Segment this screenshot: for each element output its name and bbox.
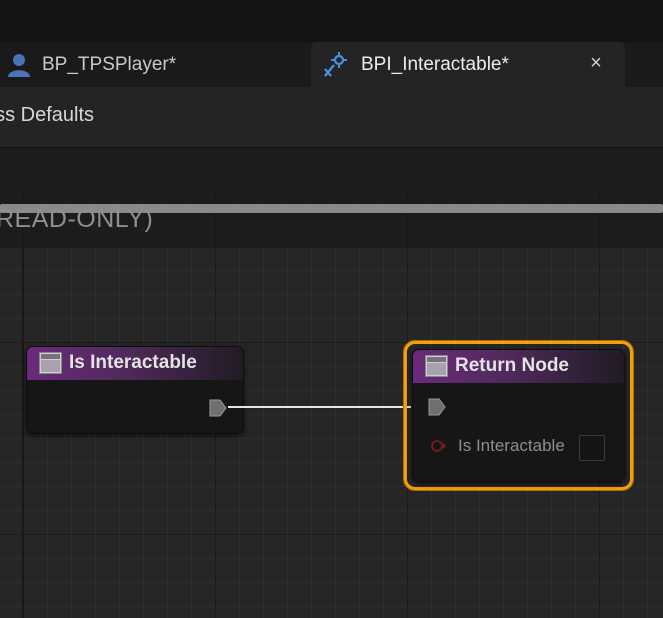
interface-icon — [321, 50, 351, 80]
node-return[interactable]: Return Node Is Interactable — [412, 349, 625, 482]
node-is-interactable[interactable]: Is Interactable — [26, 346, 244, 434]
document-tab-bar: BP_TPSPlayer* BPI_Interactable* × — [0, 42, 663, 87]
title-strip — [0, 0, 663, 42]
exec-in-pin-icon[interactable] — [428, 398, 446, 416]
node-title: Is Interactable — [69, 352, 197, 373]
graph-edge-line — [22, 248, 23, 618]
blueprint-graph[interactable]: READ-ONLY) Is Interactable Return Node I… — [0, 191, 663, 618]
tab-bp-tpsplayer[interactable]: BP_TPSPlayer* — [0, 42, 308, 87]
toolbar: ass Defaults — [0, 87, 663, 147]
tab-bpi-interactable[interactable]: BPI_Interactable* × — [311, 42, 625, 87]
graph-header: READ-ONLY) — [0, 191, 663, 248]
exec-out-pin-icon[interactable] — [209, 399, 227, 417]
param-label: Is Interactable — [458, 436, 565, 455]
function-icon — [39, 352, 62, 374]
read-only-watermark: READ-ONLY) — [0, 205, 154, 233]
exec-wire — [228, 406, 411, 408]
tab-label: BP_TPSPlayer* — [42, 53, 177, 75]
function-icon — [425, 355, 448, 377]
close-icon[interactable]: × — [585, 52, 607, 74]
class-defaults-button[interactable]: ass Defaults — [0, 104, 94, 127]
graph-tab-strip — [0, 147, 663, 191]
node-title: Return Node — [455, 355, 569, 376]
bool-pin-icon[interactable] — [431, 440, 447, 452]
person-icon — [4, 50, 34, 80]
bool-checkbox[interactable] — [579, 435, 605, 461]
tab-label: BPI_Interactable* — [361, 53, 509, 75]
